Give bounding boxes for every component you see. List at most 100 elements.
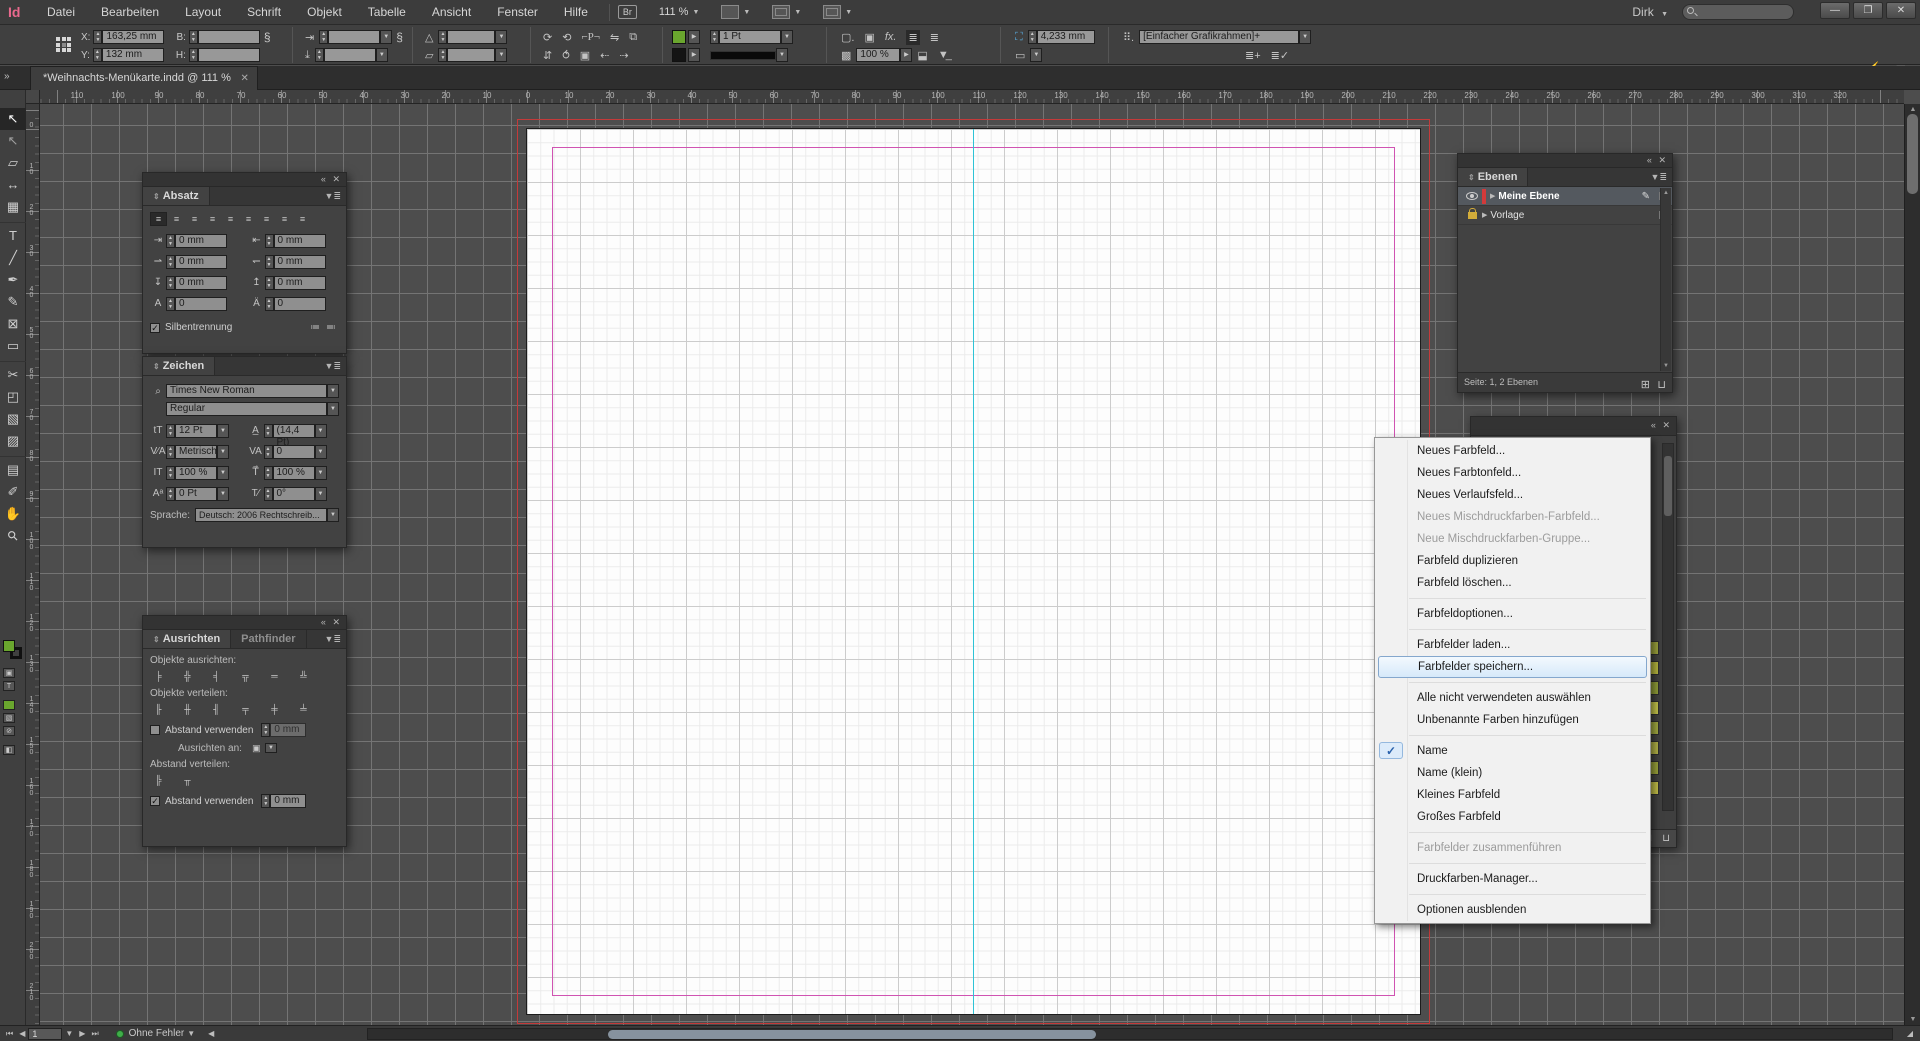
select-content-icon[interactable]: ▣	[580, 49, 590, 62]
collapse-panel-icon[interactable]: «	[321, 174, 328, 184]
search-input[interactable]	[1682, 4, 1794, 20]
paragraph-align-button[interactable]: ≡	[150, 212, 167, 226]
context-menu-item[interactable]: Neue Mischdruckfarben-Gruppe...	[1375, 528, 1650, 550]
align-button[interactable]: ═	[266, 669, 283, 683]
restore-button[interactable]: ❐	[1853, 2, 1883, 19]
chevron-down-icon[interactable]: ▼	[315, 424, 327, 438]
resize-grip-icon[interactable]: ◢	[1907, 1029, 1913, 1038]
character-field[interactable]: 0 Pt	[175, 487, 217, 501]
paragraph-align-button[interactable]: ≡	[168, 212, 185, 226]
panel-group-bar[interactable]: « ✕	[1458, 154, 1672, 168]
stepper[interactable]: ▲▼	[265, 276, 274, 290]
expand-layer-icon[interactable]: ▶	[1490, 192, 1495, 200]
context-menu-item[interactable]: Neues Farbtonfeld...	[1375, 462, 1650, 484]
gradient-tool[interactable]: ▧	[0, 408, 26, 430]
scrollbar-thumb[interactable]	[608, 1030, 1096, 1039]
rotation-field[interactable]	[447, 30, 495, 44]
delete-swatch-icon[interactable]: ⊔	[1662, 833, 1670, 844]
scrollbar-thumb[interactable]	[1664, 456, 1672, 516]
scroll-down-icon[interactable]: ▼	[1905, 1016, 1920, 1023]
spacing-field[interactable]: 0 mm	[270, 794, 306, 808]
context-menu-item[interactable]	[1375, 859, 1650, 868]
indent-field[interactable]: 0 mm	[274, 255, 326, 269]
stepper[interactable]: ▲▼	[166, 276, 175, 290]
pen-tool[interactable]: ✒	[0, 269, 26, 291]
close-button[interactable]: ✕	[1886, 2, 1916, 19]
context-menu-item[interactable]: Farbfelder zusammenführen	[1375, 837, 1650, 859]
context-menu-item[interactable]: Name (klein)	[1375, 762, 1650, 784]
stepper[interactable]: ▲▼	[166, 466, 175, 480]
layer-name[interactable]: Vorlage	[1490, 210, 1524, 221]
chevron-right-icon[interactable]: ▶	[688, 30, 700, 44]
close-panel-icon[interactable]: ✕	[332, 617, 342, 627]
distribute-button[interactable]: ╧	[295, 702, 312, 716]
scale-y-field[interactable]	[324, 48, 376, 62]
align-button[interactable]: ╬	[179, 669, 196, 683]
stepper[interactable]: ▲▼	[264, 445, 273, 459]
vertical-scrollbar[interactable]: ▲ ▼	[1904, 104, 1920, 1025]
context-menu-item[interactable]: Farbfelder speichern...	[1378, 656, 1647, 678]
bridge-button[interactable]: Br	[618, 5, 637, 19]
stroke-style-preview[interactable]	[710, 51, 776, 60]
preflight-dropdown-icon[interactable]: ▼	[187, 1029, 195, 1038]
scroll-up-icon[interactable]: ▲	[1905, 106, 1920, 113]
stepper[interactable]: ▲▼	[438, 30, 447, 44]
stepper[interactable]: ▲▼	[710, 30, 719, 44]
visibility-eye-icon[interactable]	[1466, 192, 1478, 200]
rectangle-tool[interactable]: ▭	[0, 335, 26, 357]
paragraph-align-button[interactable]: ≡	[222, 212, 239, 226]
view-mode-button[interactable]: ◧	[3, 745, 15, 755]
collapse-panel-icon[interactable]: «	[1647, 155, 1654, 165]
layer-name[interactable]: Meine Ebene	[1498, 191, 1559, 202]
chevron-right-icon[interactable]: ▶	[688, 48, 700, 62]
frame-fitting-icon[interactable]: ⛶	[1015, 31, 1023, 44]
rotate-cw-icon[interactable]: ⟳	[543, 31, 552, 44]
context-menu-item[interactable]: Neues Farbfeld...	[1375, 440, 1650, 462]
lock-icon[interactable]	[1468, 212, 1477, 219]
style-check-icon[interactable]: ≣✓	[1271, 49, 1289, 62]
context-menu-item[interactable]	[1375, 625, 1650, 634]
apply-gradient-button[interactable]: ▧	[3, 713, 15, 723]
align-button[interactable]: ╞	[150, 669, 167, 683]
context-menu-item[interactable]	[1375, 890, 1650, 899]
language-field[interactable]: Deutsch: 2006 Rechtschreib...	[195, 508, 327, 522]
context-menu-item[interactable]	[1375, 594, 1650, 603]
paragraph-align-button[interactable]: ≡	[240, 212, 257, 226]
select-container-icon[interactable]: ⧉	[629, 31, 637, 44]
apply-color-button[interactable]	[3, 700, 15, 710]
chevron-down-icon[interactable]: ▼	[380, 30, 392, 44]
pencil-tool[interactable]: ✎	[0, 291, 26, 313]
context-menu-item[interactable]: Farbfeld duplizieren	[1375, 550, 1650, 572]
text-wrap-column-icon[interactable]: ▼̲	[938, 49, 949, 61]
view-options-icon[interactable]	[721, 5, 739, 19]
context-menu-item[interactable]: Neues Mischdruckfarben-Farbfeld...	[1375, 506, 1650, 528]
close-panel-icon[interactable]: ✕	[1658, 155, 1668, 165]
font-style-field[interactable]: Regular	[166, 402, 327, 416]
stepper[interactable]: ▲▼	[189, 48, 198, 62]
spacing-field[interactable]: 0 mm	[270, 723, 306, 737]
tab-ausrichten[interactable]: ⇕Ausrichten	[143, 630, 231, 648]
menu-item[interactable]: Layout	[172, 0, 234, 25]
expand-layer-icon[interactable]: ▶	[1482, 211, 1487, 219]
rotate-180-icon[interactable]: ⥀	[562, 49, 570, 62]
content-collector-tool[interactable]: ▦	[0, 196, 26, 218]
tab-zeichen[interactable]: ⇕Zeichen	[143, 357, 215, 375]
indent-field[interactable]: 0 mm	[274, 276, 326, 290]
use-spacing-checkbox[interactable]: ✓	[150, 796, 160, 806]
stepper[interactable]: ▲▼	[319, 30, 328, 44]
expand-dock-icon[interactable]: »	[4, 71, 8, 82]
indent-field[interactable]: 0	[175, 297, 227, 311]
prev-page-icon[interactable]: ◀	[19, 1029, 25, 1038]
character-field[interactable]: 100 %	[175, 466, 217, 480]
context-menu-item[interactable]: Farbfeldoptionen...	[1375, 603, 1650, 625]
effects-icon[interactable]: fx.	[885, 31, 897, 43]
distribute-button[interactable]: ╟	[150, 702, 167, 716]
drop-shadow-icon[interactable]: ▣	[864, 31, 874, 44]
new-layer-icon[interactable]: ⊞	[1641, 376, 1650, 395]
fill-stroke-control[interactable]	[3, 640, 23, 660]
stepper[interactable]: ▲▼	[315, 48, 324, 62]
context-menu-item[interactable]: Farbfeld löschen...	[1375, 572, 1650, 594]
formatting-text-icon[interactable]: T	[3, 681, 15, 691]
menu-item[interactable]: Fenster	[484, 0, 551, 25]
context-menu-item[interactable]: Druckfarben-Manager...	[1375, 868, 1650, 890]
